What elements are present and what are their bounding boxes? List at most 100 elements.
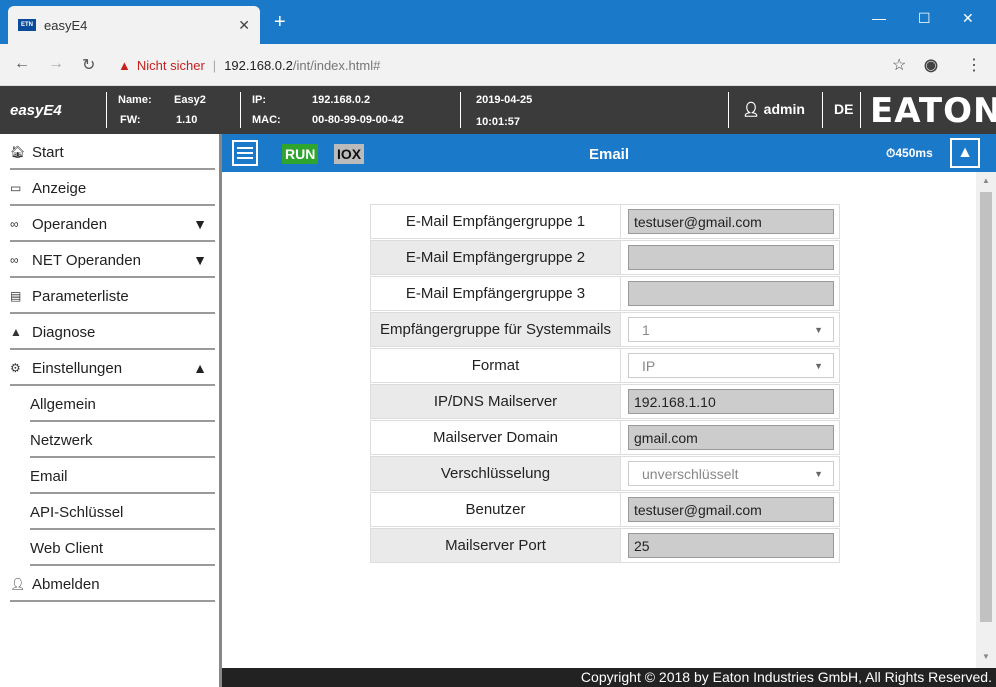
format-select[interactable]: IP ▼ xyxy=(628,353,834,378)
recipient-group-1-input[interactable]: testuser@gmail.com xyxy=(628,209,834,234)
arrow-up-icon: ▲ xyxy=(957,144,973,161)
home-icon: 🏠︎ xyxy=(10,145,26,159)
fw-value: 1.10 xyxy=(176,114,198,126)
vertical-scrollbar[interactable]: ▲ ▼ xyxy=(976,172,996,668)
sidebar-item-label: NET Operanden xyxy=(32,251,141,269)
scroll-up-icon[interactable]: ▲ xyxy=(982,176,990,185)
page-title: Email xyxy=(588,146,630,163)
form-row: E-Mail Empfängergruppe 3 xyxy=(370,276,840,311)
sidebar-item-label: Parameterliste xyxy=(32,287,129,305)
field-label: Mailserver Port xyxy=(371,529,621,562)
menu-icon[interactable]: ⋮ xyxy=(966,55,982,75)
field-label: IP/DNS Mailserver xyxy=(371,385,621,418)
sidebar-item-operanden[interactable]: ∞ Operanden ▼ xyxy=(0,206,219,242)
sidebar-item-label: Abmelden xyxy=(32,575,100,593)
back-icon[interactable]: ← xyxy=(14,55,30,73)
user-name: admin xyxy=(763,101,805,117)
maximize-icon[interactable]: ☐ xyxy=(918,10,931,27)
list-icon: ▤ xyxy=(10,289,22,303)
username-input[interactable]: testuser@gmail.com xyxy=(628,497,834,522)
sidebar-item-parameterliste[interactable]: ▤ Parameterliste xyxy=(0,278,219,314)
sidebar-subitem-web-client[interactable]: Web Client xyxy=(0,530,219,566)
form-row: E-Mail Empfängergruppe 2 xyxy=(370,240,840,275)
sidebar-subitem-label: Netzwerk xyxy=(30,431,93,449)
favicon-icon: ETN xyxy=(18,19,36,31)
form-row: Format IP ▼ xyxy=(370,348,840,383)
sidebar-item-start[interactable]: 🏠︎ Start xyxy=(0,134,219,170)
system-mail-group-select[interactable]: 1 ▼ xyxy=(628,317,834,342)
sidebar-item-label: Operanden xyxy=(32,215,108,233)
account-icon[interactable]: ◉ xyxy=(924,55,938,75)
close-window-icon[interactable]: ✕ xyxy=(962,10,974,27)
close-tab-icon[interactable]: ✕ xyxy=(238,17,250,34)
sidebar-item-label: Diagnose xyxy=(32,323,96,341)
not-secure-label: Nicht sicher xyxy=(136,57,205,73)
sidebar-item-anzeige[interactable]: ▭ Anzeige xyxy=(0,170,219,206)
encryption-select[interactable]: unverschlüsselt ▼ xyxy=(628,461,834,486)
browser-window: ETN easyE4 ✕ + — ☐ ✕ ← → ↻ ▲ Nicht siche… xyxy=(0,0,996,687)
select-value: IP xyxy=(642,357,656,374)
language-selector[interactable]: DE xyxy=(834,101,853,117)
reload-icon[interactable]: ↻ xyxy=(82,55,95,75)
name-label: Name: xyxy=(118,94,152,106)
gear-icon: ⚙ xyxy=(10,361,21,375)
app-header: easyE4 Name: Easy2 FW: 1.10 IP: 192.168.… xyxy=(0,86,996,134)
sidebar-subitem-email[interactable]: Email xyxy=(0,458,219,494)
recipient-group-2-input[interactable] xyxy=(628,245,834,270)
new-tab-button[interactable]: + xyxy=(274,12,286,32)
tab-bar: ETN easyE4 ✕ + — ☐ ✕ xyxy=(0,0,996,44)
sidebar-subitem-netzwerk[interactable]: Netzwerk xyxy=(0,422,219,458)
sidebar-item-abmelden[interactable]: 👤︎ Abmelden xyxy=(0,566,219,602)
browser-tab[interactable]: ETN easyE4 ✕ xyxy=(8,6,260,44)
header-divider xyxy=(860,92,861,128)
scroll-down-icon[interactable]: ▼ xyxy=(982,652,990,661)
fw-label: FW: xyxy=(120,114,141,126)
header-divider xyxy=(822,92,823,128)
scrollbar-thumb[interactable] xyxy=(980,192,992,622)
field-label: E-Mail Empfängergruppe 1 xyxy=(371,205,621,238)
url-path: /int/index.html# xyxy=(292,57,381,73)
form-row: Verschlüsselung unverschlüsselt ▼ xyxy=(370,456,840,491)
recipient-group-3-input[interactable] xyxy=(628,281,834,306)
scroll-top-button[interactable]: ▲ xyxy=(950,138,980,168)
sidebar-item-net-operanden[interactable]: ∞ NET Operanden ▼ xyxy=(0,242,219,278)
sidebar-subitem-allgemein[interactable]: Allgemein xyxy=(0,386,219,422)
chevron-down-icon: ▼ xyxy=(814,468,823,479)
mailserver-domain-input[interactable]: gmail.com xyxy=(628,425,834,450)
sidebar-item-label: Anzeige xyxy=(32,179,87,197)
brand-title: easyE4 xyxy=(10,102,62,119)
sidebar-item-label: Start xyxy=(32,143,64,161)
sidebar-subitem-api-schluessel[interactable]: API-Schlüssel xyxy=(0,494,219,530)
header-divider xyxy=(240,92,241,128)
select-value: unverschlüsselt xyxy=(642,465,739,482)
form-row: E-Mail Empfängergruppe 1 testuser@gmail.… xyxy=(370,204,840,239)
form-row: Empfängergruppe für Systemmails 1 ▼ xyxy=(370,312,840,347)
star-icon[interactable]: ☆ xyxy=(892,55,906,75)
field-label: E-Mail Empfängergruppe 3 xyxy=(371,277,621,310)
glasses-icon: ∞ xyxy=(10,253,19,267)
user-icon: 👤︎ xyxy=(10,577,26,591)
ip-label: IP: xyxy=(252,94,267,106)
chevron-up-icon: ▲ xyxy=(193,360,207,376)
url-text: 192.168.0.2/int/index.html# xyxy=(224,58,380,73)
header-divider xyxy=(460,92,461,128)
form-row: IP/DNS Mailserver 192.168.1.10 xyxy=(370,384,840,419)
content-toolbar: RUN IOX Email ⏱450ms ▲ xyxy=(222,134,996,172)
sidebar-item-diagnose[interactable]: ▲ Diagnose xyxy=(0,314,219,350)
sidebar: 🏠︎ Start ▭ Anzeige ∞ Operanden ▼ ∞ NET Operan… xyxy=(0,134,222,687)
tab-title: easyE4 xyxy=(44,17,88,33)
user-icon: 👤︎ xyxy=(742,101,764,117)
user-menu[interactable]: 👤︎ admin xyxy=(742,101,805,118)
mailserver-port-input[interactable]: 25 xyxy=(628,533,834,558)
mac-value: 00-80-99-09-00-42 xyxy=(312,114,404,126)
minimize-icon[interactable]: — xyxy=(872,10,886,26)
form-row: Benutzer testuser@gmail.com xyxy=(370,492,840,527)
mailserver-address-input[interactable]: 192.168.1.10 xyxy=(628,389,834,414)
email-settings-panel: E-Mail Empfängergruppe 1 testuser@gmail.… xyxy=(222,172,976,668)
forward-icon[interactable]: → xyxy=(48,55,64,73)
url-field[interactable]: ▲ Nicht sicher | 192.168.0.2/int/index.h… xyxy=(118,51,914,79)
eaton-logo: EATON xyxy=(870,91,996,131)
sidebar-item-einstellungen[interactable]: ⚙ Einstellungen ▲ xyxy=(0,350,219,386)
form-row: Mailserver Domain gmail.com xyxy=(370,420,840,455)
copyright-footer: Copyright © 2018 by Eaton Industries Gmb… xyxy=(222,668,996,687)
